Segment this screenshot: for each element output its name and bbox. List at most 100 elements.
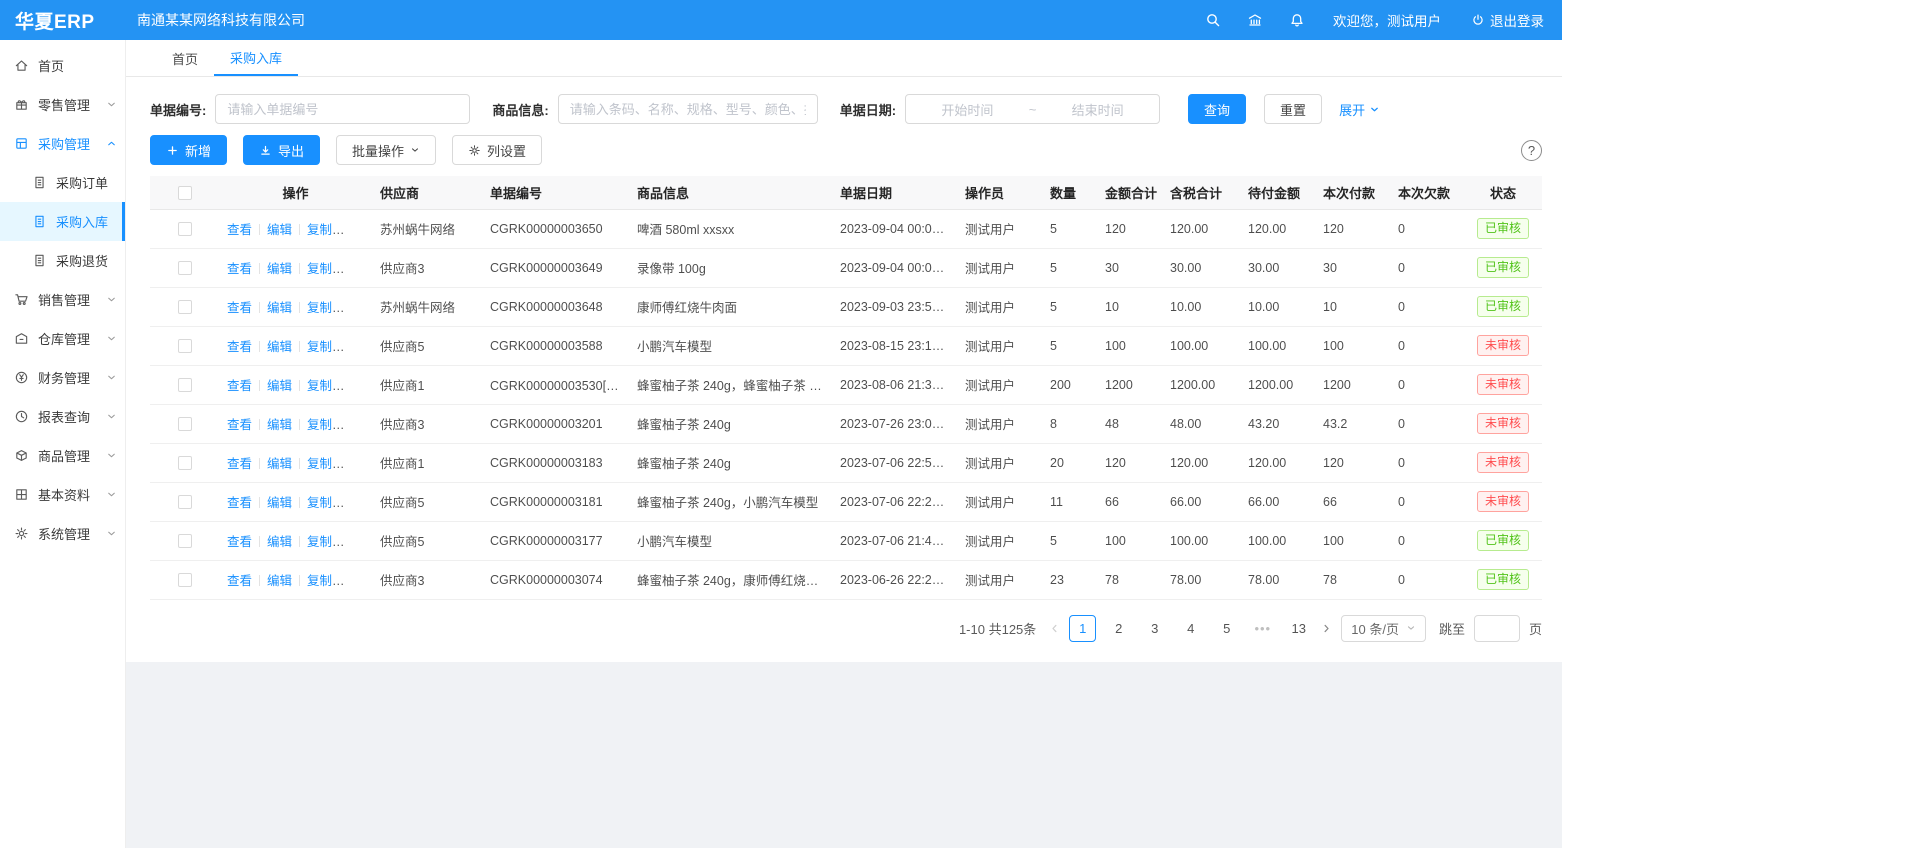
edit-link[interactable]: 编辑 (267, 418, 292, 432)
sidebar-item-retail[interactable]: 零售管理 (0, 85, 125, 124)
sidebar-item-purchase-return[interactable]: 采购退货 (0, 241, 125, 280)
column-settings-button[interactable]: 列设置 (452, 135, 542, 165)
sidebar-item-sales[interactable]: 销售管理 (0, 280, 125, 319)
delete-link[interactable]: 删除 (347, 262, 372, 276)
jump-page-input[interactable] (1474, 615, 1520, 642)
delete-link[interactable]: 删除 (347, 418, 372, 432)
sidebar-item-warehouse[interactable]: 仓库管理 (0, 319, 125, 358)
copy-link[interactable]: 复制 (307, 496, 345, 510)
clock-icon (14, 409, 29, 424)
export-button[interactable]: 导出 (243, 135, 320, 165)
edit-link[interactable]: 编辑 (267, 301, 292, 315)
edit-link[interactable]: 编辑 (267, 574, 292, 588)
sidebar-item-goods[interactable]: 商品管理 (0, 436, 125, 475)
delete-link[interactable]: 删除 (347, 340, 372, 354)
page-number-button[interactable]: 3 (1141, 615, 1168, 642)
tab-home[interactable]: 首页 (156, 40, 214, 76)
copy-link[interactable]: 复制 (307, 457, 345, 471)
edit-link[interactable]: 编辑 (267, 262, 292, 276)
row-checkbox[interactable] (178, 417, 192, 431)
row-checkbox[interactable] (178, 339, 192, 353)
view-link[interactable]: 查看 (227, 535, 252, 549)
edit-link[interactable]: 编辑 (267, 379, 292, 393)
document-icon (32, 253, 47, 268)
reset-button[interactable]: 重置 (1264, 94, 1322, 124)
view-link[interactable]: 查看 (227, 496, 252, 510)
row-checkbox[interactable] (178, 378, 192, 392)
row-checkbox[interactable] (178, 261, 192, 275)
product-info-input[interactable] (558, 94, 818, 124)
view-link[interactable]: 查看 (227, 340, 252, 354)
warehouse-icon (14, 331, 29, 346)
logout-button[interactable]: 退出登录 (1471, 10, 1544, 30)
view-link[interactable]: 查看 (227, 457, 252, 471)
page-number-button[interactable]: ••• (1249, 615, 1276, 642)
copy-link[interactable]: 复制 (307, 262, 345, 276)
view-link[interactable]: 查看 (227, 223, 252, 237)
delete-link[interactable]: 删除 (347, 301, 372, 315)
sidebar-item-home[interactable]: 首页 (0, 46, 125, 85)
help-icon[interactable]: ? (1521, 140, 1542, 161)
row-checkbox[interactable] (178, 495, 192, 509)
copy-link[interactable]: 复制 (307, 574, 345, 588)
view-link[interactable]: 查看 (227, 262, 252, 276)
cell-paid: 100 (1315, 521, 1390, 560)
search-icon[interactable] (1205, 12, 1221, 28)
cell-paid: 120 (1315, 209, 1390, 248)
prev-page-button[interactable] (1049, 623, 1060, 634)
edit-link[interactable]: 编辑 (267, 340, 292, 354)
delete-link[interactable]: 删除 (347, 223, 372, 237)
copy-link[interactable]: 复制 (307, 418, 345, 432)
copy-link[interactable]: 复制 (307, 301, 345, 315)
page-number-button[interactable]: 13 (1285, 615, 1312, 642)
row-checkbox[interactable] (178, 222, 192, 236)
view-link[interactable]: 查看 (227, 574, 252, 588)
add-button[interactable]: 新增 (150, 135, 227, 165)
sidebar-item-system[interactable]: 系统管理 (0, 514, 125, 553)
delete-link[interactable]: 删除 (347, 574, 372, 588)
view-link[interactable]: 查看 (227, 379, 252, 393)
sidebar: 首页 零售管理 采购管理 采购订单 采购入库 采购退货 (0, 40, 126, 848)
copy-link[interactable]: 复制 (307, 535, 345, 549)
edit-link[interactable]: 编辑 (267, 457, 292, 471)
view-link[interactable]: 查看 (227, 301, 252, 315)
bell-icon[interactable] (1289, 12, 1305, 28)
doc-no-input[interactable] (215, 94, 470, 124)
sidebar-item-basic-data[interactable]: 基本资料 (0, 475, 125, 514)
search-button[interactable]: 查询 (1188, 94, 1246, 124)
delete-link[interactable]: 删除 (347, 535, 372, 549)
page-number-button[interactable]: 1 (1069, 615, 1096, 642)
row-checkbox[interactable] (178, 573, 192, 587)
select-all-checkbox[interactable] (178, 186, 192, 200)
page-number-button[interactable]: 2 (1105, 615, 1132, 642)
edit-link[interactable]: 编辑 (267, 496, 292, 510)
sidebar-item-purchase-order[interactable]: 采购订单 (0, 163, 125, 202)
view-link[interactable]: 查看 (227, 418, 252, 432)
row-checkbox[interactable] (178, 300, 192, 314)
sidebar-item-finance[interactable]: 财务管理 (0, 358, 125, 397)
expand-link[interactable]: 展开 (1339, 100, 1380, 119)
tab-purchase-inbound[interactable]: 采购入库 (214, 40, 298, 76)
page-number-button[interactable]: 4 (1177, 615, 1204, 642)
row-checkbox[interactable] (178, 456, 192, 470)
bank-icon[interactable] (1247, 12, 1263, 28)
next-page-button[interactable] (1321, 623, 1332, 634)
sidebar-item-report[interactable]: 报表查询 (0, 397, 125, 436)
delete-link[interactable]: 删除 (347, 457, 372, 471)
copy-link[interactable]: 复制 (307, 223, 345, 237)
sidebar-item-purchase[interactable]: 采购管理 (0, 124, 125, 163)
sidebar-item-purchase-inbound[interactable]: 采购入库 (0, 202, 125, 241)
delete-link[interactable]: 删除 (347, 379, 372, 393)
cell-debt: 0 (1390, 287, 1464, 326)
copy-link[interactable]: 复制 (307, 340, 345, 354)
row-checkbox[interactable] (178, 534, 192, 548)
copy-link[interactable]: 复制 (307, 379, 345, 393)
date-range-picker[interactable]: 开始时间 ~ 结束时间 (905, 94, 1160, 124)
page-size-select[interactable]: 10 条/页 (1341, 615, 1426, 642)
batch-actions-button[interactable]: 批量操作 (336, 135, 436, 165)
delete-link[interactable]: 删除 (347, 496, 372, 510)
cell-doc-no: CGRK00000003074 (482, 560, 629, 599)
page-number-button[interactable]: 5 (1213, 615, 1240, 642)
edit-link[interactable]: 编辑 (267, 535, 292, 549)
edit-link[interactable]: 编辑 (267, 223, 292, 237)
